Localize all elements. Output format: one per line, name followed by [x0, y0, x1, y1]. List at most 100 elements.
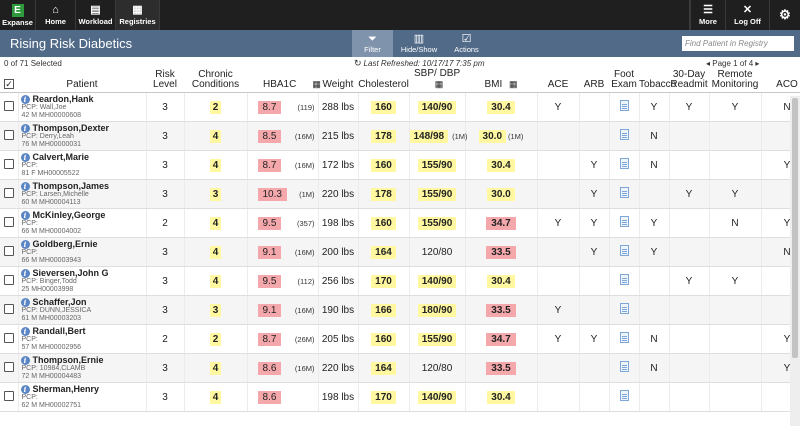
col-patient[interactable]: Patient [18, 69, 146, 93]
patient-cell[interactable]: i Goldberg,Ernie PCP: 66 M MH00003943 [18, 237, 147, 267]
bmi-cell[interactable]: 33.5 [465, 237, 538, 267]
calendar-icon[interactable]: ▦ [509, 79, 518, 89]
more-button[interactable]: ☰ More [690, 0, 726, 30]
row-select-cell[interactable] [0, 150, 19, 180]
bmi-cell[interactable]: 33.5 [465, 295, 538, 325]
col-weight[interactable]: Weight [318, 69, 358, 93]
info-icon[interactable]: i [20, 239, 30, 249]
col-30-day-readmit[interactable]: 30-Day Readmit [669, 69, 709, 93]
col-foot-exam[interactable]: Foot Exam [609, 69, 639, 93]
info-icon[interactable]: i [20, 94, 30, 104]
patient-cell[interactable]: i Sherman,Henry PCP: 62 M MH00002751 [18, 382, 147, 412]
hba1c-cell[interactable]: 9.1 (16M) [247, 237, 319, 267]
settings-button[interactable]: ⚙ [770, 0, 800, 30]
vertical-scrollbar[interactable] [790, 96, 800, 426]
foot-exam-cell[interactable] [609, 353, 640, 383]
info-icon[interactable]: i [20, 297, 30, 307]
bmi-cell[interactable]: 30.0 (1M) [465, 121, 538, 151]
hba1c-cell[interactable]: 8.7 (16M) [247, 150, 319, 180]
hba1c-cell[interactable]: 8.6 [247, 382, 319, 412]
foot-exam-cell[interactable] [609, 266, 640, 296]
row-checkbox[interactable] [3, 100, 14, 111]
row-checkbox[interactable] [3, 274, 14, 285]
table-row[interactable]: i Sieversen,John G PCP: Binger,Todd 25 MH00… [0, 266, 800, 296]
col-arb[interactable]: ARB [579, 69, 609, 93]
document-icon[interactable] [619, 100, 629, 111]
patient-name[interactable]: Sherman,Henry [33, 384, 100, 394]
patient-name[interactable]: Reardon,Hank [33, 94, 94, 104]
hba1c-cell[interactable]: 8.6 (16M) [247, 353, 319, 383]
sbp-dbp-cell[interactable]: 155/90 [409, 179, 466, 209]
row-checkbox[interactable] [3, 303, 14, 314]
patient-name[interactable]: Thompson,Dexter [33, 123, 110, 133]
bmi-cell[interactable]: 30.4 [465, 266, 538, 296]
foot-exam-cell[interactable] [609, 121, 640, 151]
row-select-cell[interactable] [0, 208, 19, 238]
table-row[interactable]: i Thompson,Dexter PCP: Derry,Leah 76 M MH00… [0, 121, 800, 151]
patient-name[interactable]: Randall,Bert [33, 326, 86, 336]
calendar-icon[interactable]: ▦ [312, 79, 321, 89]
row-checkbox[interactable] [3, 158, 14, 169]
document-icon[interactable] [619, 274, 629, 285]
foot-exam-cell[interactable] [609, 150, 640, 180]
hba1c-cell[interactable]: 9.5 (357) [247, 208, 319, 238]
col-bmi[interactable]: BMI ▦ [465, 69, 537, 93]
col-sbp-dbp[interactable]: SBP/ DBP ▦ [409, 69, 465, 93]
sbp-dbp-cell[interactable]: 180/90 [409, 295, 466, 325]
table-row[interactable]: i Reardon,Hank PCP: Wall,Joe 42 M MH0000060… [0, 92, 800, 122]
calendar-icon[interactable]: ▦ [435, 79, 444, 89]
table-row[interactable]: i McKinley,George PCP: 66 M MH00004002 2 4 9.5… [0, 208, 800, 238]
hba1c-cell[interactable]: 8.7 (26M) [247, 324, 319, 354]
table-row[interactable]: i Schaffer,Jon PCP: DUNN,JESSICA 61 M MH000… [0, 295, 800, 325]
patient-cell[interactable]: i Reardon,Hank PCP: Wall,Joe 42 M MH0000060… [18, 92, 147, 122]
table-row[interactable]: i Sherman,Henry PCP: 62 M MH00002751 3 4 8.6 19… [0, 382, 800, 412]
hba1c-cell[interactable]: 8.5 (16M) [247, 121, 319, 151]
document-icon[interactable] [619, 332, 629, 343]
row-select-cell[interactable] [0, 266, 19, 296]
foot-exam-cell[interactable] [609, 295, 640, 325]
col-cholesterol[interactable]: Cholesterol [358, 69, 409, 93]
hba1c-cell[interactable]: 8.7 (119) [247, 92, 319, 122]
workload-button[interactable]: ▤ Workload [76, 0, 116, 30]
info-icon[interactable]: i [20, 123, 30, 133]
col-ace[interactable]: ACE [537, 69, 579, 93]
row-select-cell[interactable] [0, 237, 19, 267]
patient-cell[interactable]: i Sieversen,John G PCP: Binger,Todd 25 MH00… [18, 266, 147, 296]
foot-exam-cell[interactable] [609, 237, 640, 267]
info-icon[interactable]: i [20, 210, 30, 220]
actions-button[interactable]: ☑ Actions [445, 30, 488, 57]
col-hba1c[interactable]: HBA1C ▦ [247, 69, 321, 93]
select-all-header[interactable]: ✓ [0, 69, 18, 93]
row-select-cell[interactable] [0, 121, 19, 151]
scrollbar-thumb[interactable] [792, 98, 798, 358]
hide-show-button[interactable]: ▥ Hide/Show [395, 30, 443, 57]
patient-cell[interactable]: i Thompson,James PCP: Larsen,Michelle 60 M … [18, 179, 147, 209]
document-icon[interactable] [619, 216, 629, 227]
col-chronic-conditions[interactable]: Chronic Conditions [184, 69, 247, 93]
expanse-brand-button[interactable]: E Expanse [0, 0, 36, 30]
info-icon[interactable]: i [20, 355, 30, 365]
foot-exam-cell[interactable] [609, 324, 640, 354]
row-checkbox[interactable] [3, 216, 14, 227]
sbp-dbp-cell[interactable]: 148/98 (1M) [409, 121, 468, 151]
document-icon[interactable] [619, 390, 629, 401]
patient-cell[interactable]: i Schaffer,Jon PCP: DUNN,JESSICA 61 M MH000… [18, 295, 147, 325]
sbp-dbp-cell[interactable]: 155/90 [409, 150, 466, 180]
foot-exam-cell[interactable] [609, 208, 640, 238]
col-aco[interactable]: ACO [761, 69, 800, 93]
patient-cell[interactable]: i Thompson,Ernie PCP: 10984,CLAMB 72 M MH00… [18, 353, 147, 383]
next-page-icon[interactable]: ▸ [755, 59, 759, 68]
sbp-dbp-cell[interactable]: 140/90 [409, 382, 466, 412]
row-checkbox[interactable] [3, 390, 14, 401]
sbp-dbp-cell[interactable]: 155/90 [409, 324, 466, 354]
log-off-button[interactable]: ✕ Log Off [726, 0, 770, 30]
document-icon[interactable] [619, 187, 629, 198]
sbp-dbp-cell[interactable]: 140/90 [409, 266, 466, 296]
sbp-dbp-cell[interactable]: 140/90 [409, 92, 466, 122]
bmi-cell[interactable]: 30.4 [465, 150, 538, 180]
patient-name[interactable]: Thompson,Ernie [33, 355, 104, 365]
row-checkbox[interactable] [3, 187, 14, 198]
find-patient-input[interactable] [682, 36, 794, 51]
document-icon[interactable] [619, 129, 629, 140]
bmi-cell[interactable]: 30.0 [465, 179, 538, 209]
